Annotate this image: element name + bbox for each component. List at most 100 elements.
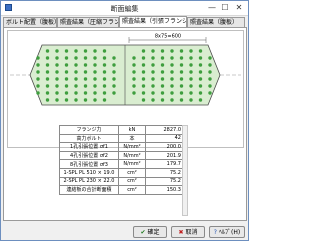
bolt-hole	[151, 70, 155, 74]
bolt-hole	[93, 91, 97, 95]
bolt-hole	[55, 70, 59, 74]
bolt-hole	[102, 77, 107, 81]
bolt-hole	[179, 56, 184, 60]
bolt-hole	[45, 70, 50, 74]
bolt-hole	[74, 77, 78, 81]
bolt-hole	[83, 98, 88, 102]
bolt-hole	[208, 91, 212, 95]
bolt-hole	[112, 70, 116, 74]
bolt-hole	[74, 63, 78, 67]
ok-button[interactable]: ✔ 確定	[133, 226, 167, 238]
bolt-hole	[198, 84, 203, 88]
bolt-hole	[179, 70, 184, 74]
help-icon: ?	[213, 229, 217, 236]
bolt-hole	[112, 77, 116, 81]
bolt-hole	[45, 77, 50, 81]
table-row: フランジ力 kN 2827.0	[59, 125, 183, 135]
result-table-wrap: フランジ力 kN 2827.0 高力ボルト 本 42 1孔引張位置 σf1 N/…	[59, 125, 183, 195]
bolt-hole	[151, 98, 155, 102]
bolt-hole	[198, 91, 203, 95]
bolt-hole	[83, 63, 88, 67]
tab-panel: 8x75=600 フランジ力 kN 2827.0 高力ボルト 本 42 1孔引張…	[3, 27, 247, 221]
bolt-hole	[102, 98, 107, 102]
bolt-hole	[93, 77, 97, 81]
bolt-hole	[198, 77, 203, 81]
table-scrollbar[interactable]	[182, 125, 188, 216]
bolt-hole	[36, 56, 40, 60]
bolt-hole	[179, 77, 184, 81]
bolt-hole	[64, 98, 69, 102]
bolt-hole	[141, 98, 146, 102]
bolt-hole	[55, 84, 59, 88]
bolt-hole	[55, 98, 59, 102]
dimension-line: 8x75=600	[128, 34, 207, 43]
table-row: 高力ボルト 本 42	[59, 133, 183, 144]
tab-check-compression-flange[interactable]: 照査結果（圧縮フランジ）	[57, 17, 119, 27]
bolt-hole	[141, 77, 146, 81]
bolt-hole	[198, 56, 203, 60]
bolt-hole	[132, 70, 136, 74]
cancel-button[interactable]: ✖ 取消	[171, 226, 205, 238]
bolt-hole	[83, 84, 88, 88]
bolt-hole	[102, 91, 107, 95]
close-button[interactable]: ✕	[234, 3, 244, 13]
tab-check-web[interactable]: 照査結果（腹板）	[187, 17, 245, 27]
bolt-hole	[208, 70, 212, 74]
bolt-hole	[170, 70, 174, 74]
bolt-hole	[112, 91, 116, 95]
minimize-button[interactable]: —	[207, 3, 217, 13]
bolt-hole	[83, 91, 88, 95]
table-row: 1孔引張位置 σf1 N/mm² 200.0	[59, 142, 183, 152]
tab-bolt-layout-web[interactable]: ボルト配置（腹板）	[3, 17, 57, 27]
bolt-hole	[198, 63, 203, 67]
bolt-hole	[151, 49, 155, 53]
bolt-hole	[170, 91, 174, 95]
table-row: 連結板の合計断面積 cm² 150.3	[59, 185, 183, 195]
bolt-hole	[102, 56, 107, 60]
bolt-hole	[64, 77, 69, 81]
bolt-hole	[179, 63, 184, 67]
bolt-hole	[189, 70, 193, 74]
bolt-hole	[160, 49, 165, 53]
bolt-hole	[160, 84, 165, 88]
bolt-hole	[45, 56, 50, 60]
bolt-hole	[64, 84, 69, 88]
bolt-hole	[170, 56, 174, 60]
bolt-hole	[132, 56, 136, 60]
bolt-hole	[55, 91, 59, 95]
bolt-hole	[83, 56, 88, 60]
bolt-hole	[208, 56, 212, 60]
bolt-hole	[74, 84, 78, 88]
help-button[interactable]: ? ﾍﾙﾌﾟ(H)	[209, 226, 245, 238]
bolt-hole	[102, 84, 107, 88]
bolt-hole	[45, 63, 50, 67]
bolt-hole	[93, 56, 97, 60]
bolt-hole	[141, 49, 146, 53]
bolt-hole	[132, 63, 136, 67]
cancel-icon: ✖	[178, 229, 184, 236]
dimension-label: 8x75=600	[155, 34, 181, 40]
bolt-hole	[45, 49, 50, 53]
maximize-button[interactable]: ☐	[220, 3, 230, 13]
bolt-hole	[112, 56, 116, 60]
bolt-hole	[189, 63, 193, 67]
bolt-hole	[55, 77, 59, 81]
table-row: 8孔引張位置 σf3 N/mm² 179.7	[59, 159, 183, 169]
bolt-hole	[36, 77, 40, 81]
bolt-hole	[141, 56, 146, 60]
bolt-hole	[132, 84, 136, 88]
bolt-hole	[55, 63, 59, 67]
bolt-hole	[170, 84, 174, 88]
bolt-hole	[198, 70, 203, 74]
bolt-hole	[179, 49, 184, 53]
bolt-hole	[141, 70, 146, 74]
tab-bar: ボルト配置（腹板） 照査結果（圧縮フランジ） 照査結果（引張フランジ） 照査結果…	[3, 16, 247, 27]
tab-check-tension-flange[interactable]: 照査結果（引張フランジ）	[119, 16, 187, 27]
bolt-hole	[170, 49, 174, 53]
bolt-hole	[74, 49, 78, 53]
bolt-hole	[102, 63, 107, 67]
bolt-hole	[170, 77, 174, 81]
bolt-hole	[151, 56, 155, 60]
bolt-hole	[83, 70, 88, 74]
bolt-hole	[112, 84, 116, 88]
